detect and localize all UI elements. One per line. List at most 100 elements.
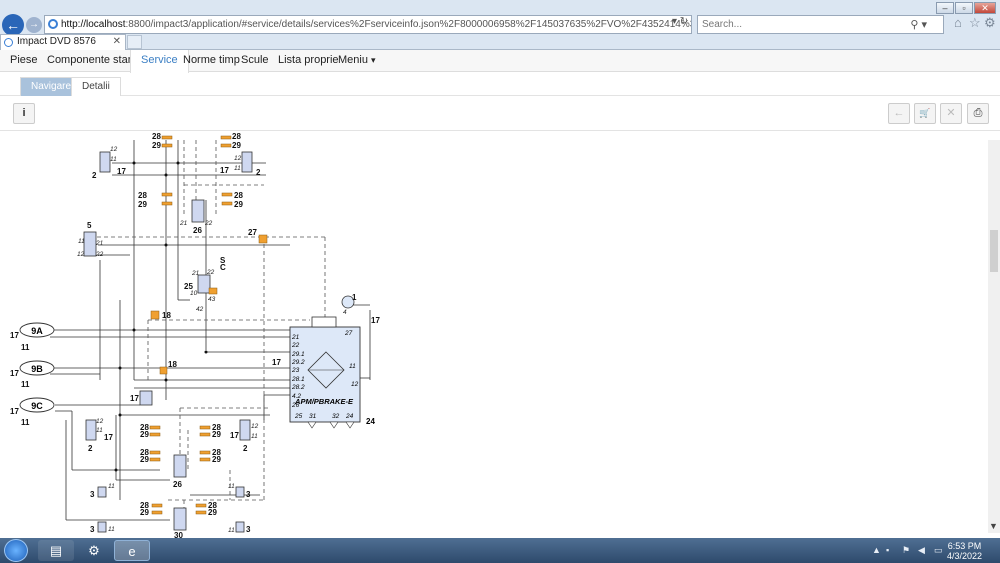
- pin-11: 11: [349, 363, 356, 370]
- browser-chrome: – ▫ ✕ ← → http://localhost:8800/impact3/…: [0, 0, 1000, 50]
- pin-11a: 11: [110, 156, 117, 163]
- sensor-9b-label: 9B: [31, 364, 43, 374]
- gear-icon[interactable]: ⚙: [984, 15, 996, 31]
- close-window-button[interactable]: ✕: [974, 2, 996, 14]
- tray-network-icon[interactable]: ▪: [886, 545, 889, 555]
- pin-22: 22: [291, 342, 300, 349]
- label-2a: 2: [92, 171, 97, 180]
- menu-meniu-label: Meniu: [338, 54, 368, 66]
- label-11c: 11: [21, 418, 30, 427]
- sensor-9a-label: 9A: [31, 326, 43, 336]
- label-17j: 17: [230, 431, 239, 440]
- tray-arrow-icon[interactable]: ▲: [872, 545, 881, 555]
- maximize-button[interactable]: ▫: [955, 2, 973, 14]
- label-2d: 2: [243, 444, 248, 453]
- tray-volume-icon[interactable]: ◀: [918, 545, 925, 556]
- favorites-star-icon[interactable]: ☆: [969, 15, 981, 31]
- label-17i: 17: [104, 433, 113, 442]
- toolbar: i ← 🛒 ✕ ⎙: [0, 97, 1000, 131]
- label-3d: 3: [246, 525, 251, 534]
- pin-11i: 11: [228, 527, 235, 534]
- pin-11f: 11: [108, 483, 115, 490]
- apm-module: APM/PBRAKE-E 24 21 22 29.1 29.2 23 28.1 …: [289, 316, 375, 429]
- browser-tab[interactable]: Impact DVD 8576 ✕: [0, 34, 126, 50]
- printer-icon: ⎙: [973, 107, 983, 119]
- label-27: 27: [248, 228, 257, 237]
- pin-12a: 12: [110, 146, 118, 153]
- label-18b: 18: [168, 360, 177, 369]
- address-controls[interactable]: ▾ ↻: [672, 16, 688, 27]
- search-icon[interactable]: ⚲ ▾: [910, 17, 927, 34]
- minimize-button[interactable]: –: [936, 2, 954, 14]
- pin-4-2: 4.2: [292, 393, 301, 400]
- pin-24: 24: [345, 413, 354, 420]
- print-button[interactable]: ⎙: [967, 103, 989, 124]
- wheel-speed-sensors: 9A 9B 9C: [19, 322, 55, 413]
- tab-detalii[interactable]: Detalii: [71, 77, 121, 96]
- label-c: C: [220, 263, 226, 272]
- label-17d: 17: [272, 358, 281, 367]
- pin-11c: 11: [78, 238, 85, 245]
- wiring-diagram[interactable]: 9A 9B 9C APM/PBRAKE-E 24 21 22 29.1 29.2…: [0, 132, 988, 538]
- pin-22a: 22: [204, 220, 213, 227]
- pin-29-1: 29.1: [291, 351, 305, 358]
- pin-43: 43: [208, 296, 216, 303]
- cart-button[interactable]: 🛒: [914, 103, 936, 124]
- label-28c: 28: [138, 191, 147, 200]
- label-29b: 29: [232, 141, 241, 150]
- tray-display-icon[interactable]: ▭: [934, 545, 943, 556]
- label-29a: 29: [152, 141, 161, 150]
- tray-flag-icon[interactable]: ⚑: [902, 545, 910, 556]
- search-input[interactable]: Search... ⚲ ▾: [697, 15, 944, 34]
- pin-12b: 12: [234, 155, 242, 162]
- clock[interactable]: 6:53 PM 4/3/2022: [947, 541, 982, 561]
- pin-23: 23: [291, 367, 300, 374]
- explorer-taskbar-icon[interactable]: ▤: [38, 540, 74, 561]
- tab-strip: Impact DVD 8576 ✕: [0, 34, 1000, 50]
- module-number: 24: [366, 417, 375, 426]
- pin-11g: 11: [228, 483, 235, 490]
- search-placeholder: Search...: [702, 19, 743, 30]
- label-18a: 18: [162, 311, 171, 320]
- address-bar[interactable]: http://localhost:8800/impact3/applicatio…: [44, 15, 692, 34]
- vertical-scrollbar[interactable]: [988, 140, 1000, 533]
- pin-27: 27: [344, 330, 353, 337]
- label-29f: 29: [212, 430, 221, 439]
- label-29d: 29: [234, 200, 243, 209]
- new-tab-button[interactable]: [127, 35, 142, 49]
- pin-22c: 22: [206, 269, 215, 276]
- label-17h: 17: [130, 394, 139, 403]
- label-28b: 28: [232, 132, 241, 141]
- label-2c: 2: [88, 444, 93, 453]
- forward-arrow-icon[interactable]: →: [26, 17, 42, 33]
- label-3b: 3: [246, 490, 251, 499]
- pin-22b: 22: [95, 251, 104, 258]
- connector-27: [258, 234, 268, 244]
- label-29g: 29: [140, 455, 149, 464]
- back-arrow-icon[interactable]: ←: [2, 14, 24, 36]
- clock-date: 4/3/2022: [946, 551, 982, 561]
- close-button[interactable]: ✕: [940, 103, 962, 124]
- back-button[interactable]: ←: [888, 103, 910, 124]
- label-26a: 26: [193, 226, 202, 235]
- pin-11e: 11: [251, 433, 258, 440]
- pin-29-2: 29.2: [291, 359, 305, 366]
- tab-close-icon[interactable]: ✕: [113, 35, 121, 49]
- scroll-down-arrow-icon[interactable]: ▼: [989, 521, 998, 531]
- pin-31: 31: [309, 413, 317, 420]
- label-29j: 29: [208, 508, 217, 517]
- tab-favicon-icon: [4, 38, 13, 47]
- diagram-svg: 9A 9B 9C APM/PBRAKE-E 24 21 22 29.1 29.2…: [10, 132, 380, 538]
- ie-taskbar-icon[interactable]: e: [114, 540, 150, 561]
- pin-12d: 12: [96, 418, 104, 425]
- pin-11b: 11: [234, 165, 241, 172]
- scrollbar-thumb[interactable]: [990, 230, 998, 272]
- info-button[interactable]: i: [13, 103, 35, 124]
- start-button[interactable]: [4, 539, 28, 562]
- window-controls: – ▫ ✕: [936, 2, 996, 14]
- menu-item-meniu[interactable]: Meniu ▾: [328, 50, 386, 72]
- pin-4: 4: [343, 309, 347, 316]
- app-taskbar-icon[interactable]: ⚙: [76, 540, 112, 561]
- label-3a: 3: [90, 490, 95, 499]
- home-icon[interactable]: ⌂: [954, 15, 962, 30]
